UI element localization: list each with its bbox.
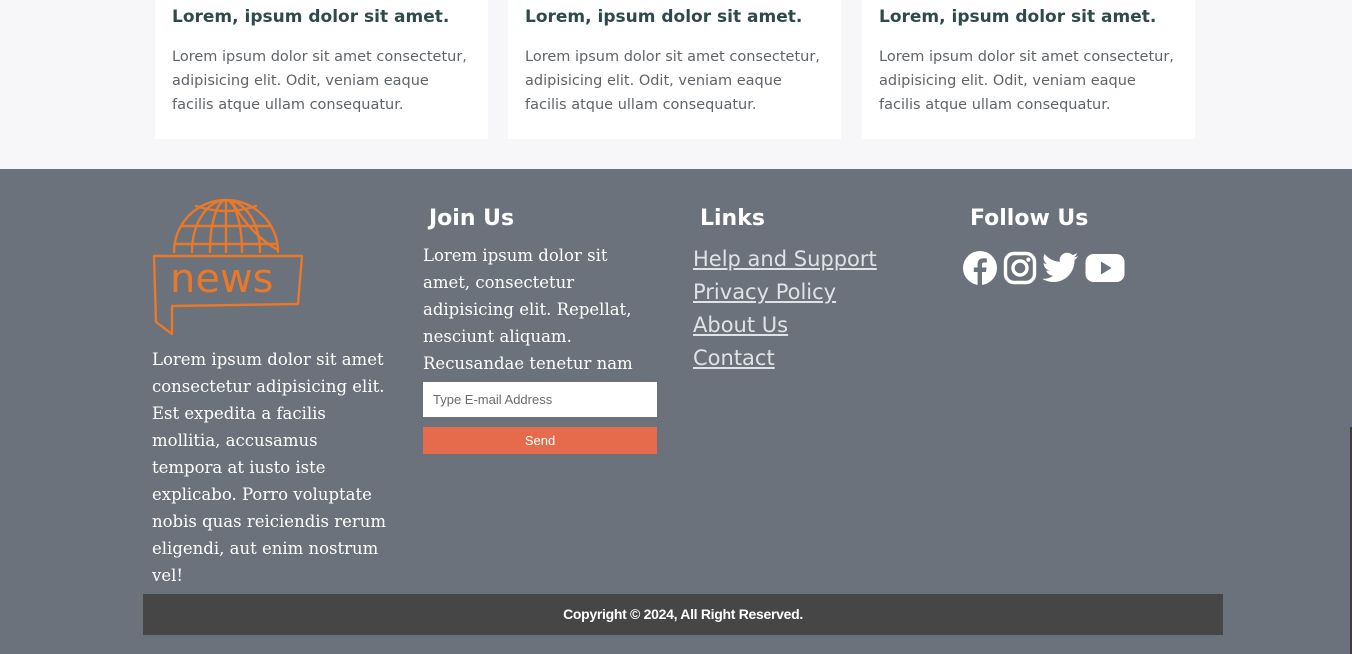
instagram-icon[interactable]	[1003, 251, 1037, 290]
links-heading: Links	[700, 206, 765, 231]
link-help-support[interactable]: Help and Support	[693, 243, 933, 276]
card-title: Lorem, ipsum dolor sit amet.	[172, 7, 450, 27]
card-text: Lorem ipsum dolor sit amet consectetur, …	[525, 49, 820, 113]
feature-card: Lorem, ipsum dolor sit amet. Lorem ipsum…	[862, 0, 1195, 139]
link-contact[interactable]: Contact	[693, 342, 933, 375]
links-list: Help and Support Privacy Policy About Us…	[693, 243, 933, 375]
feature-card: Lorem, ipsum dolor sit amet. Lorem ipsum…	[155, 0, 488, 139]
copyright-bar: Copyright © 2024, All Right Reserved.	[143, 594, 1223, 635]
facebook-icon[interactable]	[963, 251, 997, 290]
logo-text: news	[170, 256, 274, 302]
youtube-icon[interactable]	[1085, 253, 1125, 288]
card-title: Lorem, ipsum dolor sit amet.	[879, 7, 1157, 27]
social-icons	[963, 251, 1125, 290]
twitter-icon[interactable]	[1042, 252, 1079, 289]
email-input[interactable]	[423, 382, 657, 417]
link-privacy-policy[interactable]: Privacy Policy	[693, 276, 933, 309]
site-footer: news Lorem ipsum dolor sit amet consecte…	[0, 169, 1352, 654]
join-text: Lorem ipsum dolor sit amet, consectetur …	[423, 246, 633, 400]
about-text: Lorem ipsum dolor sit amet consectetur a…	[152, 350, 387, 585]
link-about-us[interactable]: About Us	[693, 309, 933, 342]
news-logo[interactable]: news	[152, 196, 304, 336]
follow-heading: Follow Us	[970, 206, 1089, 231]
card-title: Lorem, ipsum dolor sit amet.	[525, 7, 803, 27]
card-text: Lorem ipsum dolor sit amet consectetur, …	[879, 49, 1174, 113]
cards-section: Lorem, ipsum dolor sit amet. Lorem ipsum…	[0, 0, 1352, 169]
globe-speech-bubble-icon: news	[152, 198, 304, 336]
send-button[interactable]: Send	[423, 427, 657, 454]
join-heading: Join Us	[429, 206, 515, 231]
card-text: Lorem ipsum dolor sit amet consectetur, …	[172, 49, 467, 113]
feature-card: Lorem, ipsum dolor sit amet. Lorem ipsum…	[508, 0, 841, 139]
